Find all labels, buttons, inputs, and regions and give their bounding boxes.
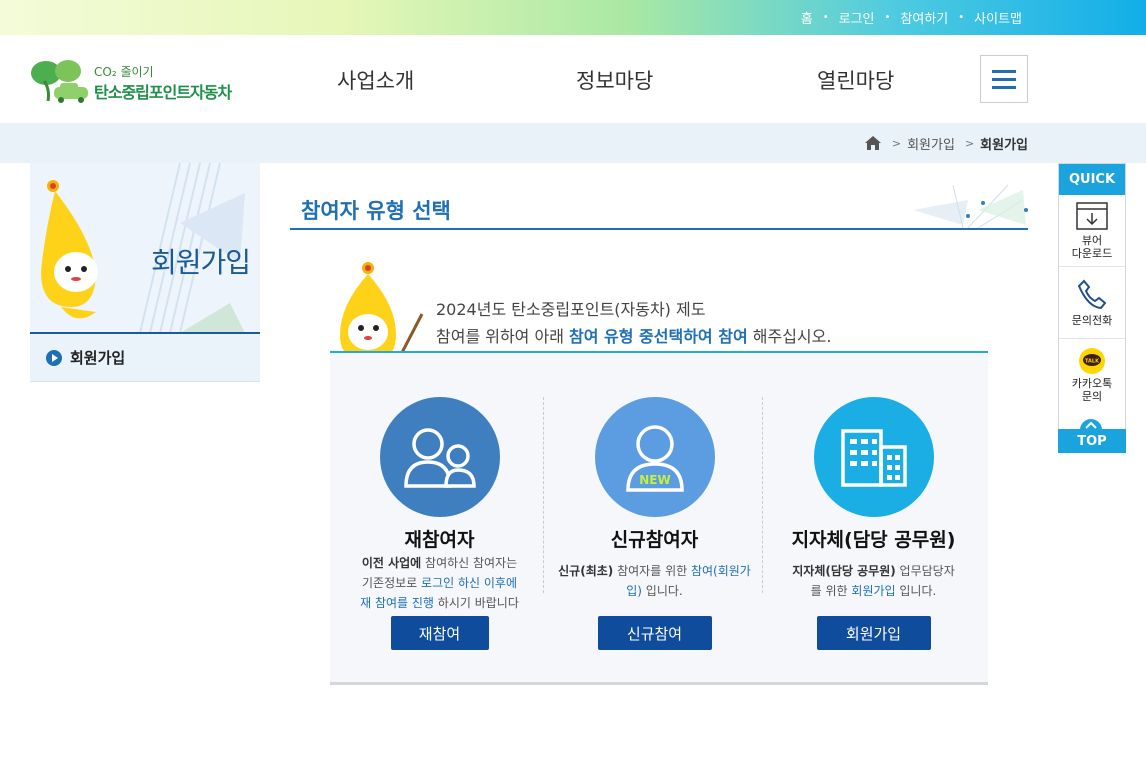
logo-tagline: CO₂ 줄이기 (94, 65, 154, 79)
sidebar-visual: 회원가입 (30, 163, 260, 333)
download-icon (1076, 202, 1108, 230)
participate-link[interactable]: 참여하기 (900, 8, 948, 27)
login-link[interactable]: 로그인 (839, 8, 875, 27)
intro-line-1: 2024년도 탄소중립포인트(자동차) 제도 (436, 300, 706, 319)
new-user-icon: NEW (594, 397, 715, 517)
phone-icon (1077, 279, 1107, 310)
separator-dot: • (958, 12, 965, 23)
sidebar-item-signup[interactable]: 회원가입 (30, 334, 260, 382)
logo-title: 탄소중립포인트자동차 (94, 83, 232, 102)
home-icon[interactable] (864, 135, 882, 151)
chevron-up-icon (1080, 419, 1102, 431)
hamburger-icon (992, 69, 1016, 73)
scroll-top-button[interactable]: TOP (1058, 419, 1126, 453)
top-utility-bar: 홈 • 로그인 • 참여하기 • 사이트맵 (0, 0, 1146, 35)
separator-dot: • (884, 12, 891, 23)
option-title: 신규참여자 (610, 529, 699, 551)
rejoin-button[interactable]: 재참여 (390, 616, 489, 650)
nav-open-forum[interactable]: 열린마당 (817, 65, 894, 95)
breadcrumb-current: 회원가입 (980, 137, 1028, 153)
kakaotalk-icon: TALK (1079, 348, 1105, 374)
arrow-circle-icon (46, 349, 62, 366)
users-icon (379, 397, 500, 517)
new-join-button[interactable]: 신규참여 (597, 616, 712, 650)
quick-kakaotalk-inquiry[interactable]: TALK 카카오톡 문의 (1059, 339, 1125, 411)
sidebar-item-label: 회원가입 (70, 349, 126, 367)
gov-signup-button[interactable]: 회원가입 (816, 616, 931, 650)
utility-links: 홈 • 로그인 • 참여하기 • 사이트맵 (801, 0, 1022, 35)
kakaotalk-badge: TALK (1085, 359, 1100, 365)
separator-dot: • (822, 12, 829, 23)
quick-menu: QUICK 뷰어 다운로드 문의전화 TALK 카카오톡 문의 TOP (1058, 163, 1126, 453)
new-badge: NEW (639, 473, 670, 487)
sidebar-title: 회원가입 (150, 246, 251, 279)
home-link[interactable]: 홈 (801, 8, 813, 27)
quick-phone-inquiry[interactable]: 문의전화 (1059, 267, 1125, 339)
option-description: 이전 사업에 참여하신 참여자는 기존정보로 로그인 하신 이후에 재 참여를 … (360, 556, 519, 610)
title-underline (290, 228, 1028, 230)
breadcrumb-band: > 회원가입 > 회원가입 (0, 123, 1146, 163)
nav-info-center[interactable]: 정보마당 (576, 65, 653, 95)
breadcrumb: > 회원가입 > 회원가입 (864, 123, 1028, 163)
quick-viewer-download[interactable]: 뷰어 다운로드 (1059, 195, 1125, 267)
option-title: 재참여자 (404, 529, 475, 551)
intro-highlight: 참여 유형 중선택하여 참여 (569, 327, 748, 346)
chevron-right-icon: > (964, 136, 975, 150)
quick-menu-title: QUICK (1059, 164, 1125, 195)
option-local-gov: 지자체(담당 공무원) 지자체(담당 공무원) 업무담당자 를 위한 회원가입 … (764, 353, 983, 683)
mascot-icon (41, 180, 98, 319)
sprout-car-logo-icon (31, 60, 88, 103)
option-description: 신규(최초) 참여자를 위한 참여(회원가입) 입니다. (558, 564, 751, 598)
sitemap-link[interactable]: 사이트맵 (974, 8, 1022, 27)
nav-business-intro[interactable]: 사업소개 (337, 65, 414, 95)
participant-type-panel: 재참여자 이전 사업에 참여하신 참여자는 기존정보로 로그인 하신 이후에 재… (330, 351, 988, 685)
chevron-right-icon: > (891, 136, 902, 150)
option-description: 지자체(담당 공무원) 업무담당자 를 위한 회원가입 입니다. (792, 564, 955, 598)
hamburger-menu-button[interactable] (980, 55, 1028, 103)
site-logo[interactable]: CO₂ 줄이기 탄소중립포인트자동차 (30, 59, 260, 104)
building-icon (813, 397, 934, 517)
site-header: CO₂ 줄이기 탄소중립포인트자동차 사업소개 정보마당 열린마당 (0, 35, 1146, 123)
intro-line-2: 참여를 위하여 아래 참여 유형 중선택하여 참여 해주십시오. (436, 327, 832, 346)
page-title: 참여자 유형 선택 (301, 199, 451, 223)
option-rejoin: 재참여자 이전 사업에 참여하신 참여자는 기존정보로 로그인 하신 이후에 재… (330, 353, 549, 683)
title-decoration (913, 184, 1028, 229)
breadcrumb-item[interactable]: 회원가입 (907, 134, 955, 153)
option-title: 지자체(담당 공무원) (791, 529, 956, 551)
option-new: NEW 신규참여자 신규(최초) 참여자를 위한 참여(회원가입) 입니다. 신… (545, 353, 764, 683)
